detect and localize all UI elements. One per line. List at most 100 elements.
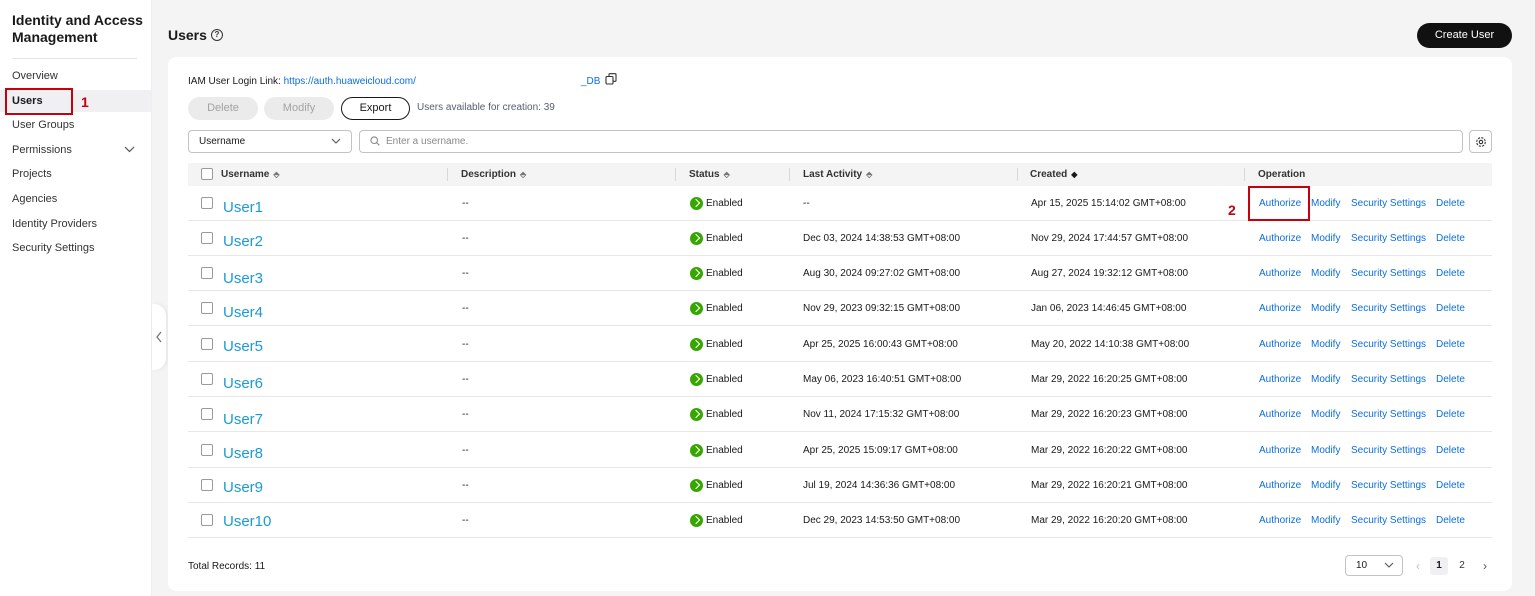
row-checkbox[interactable] xyxy=(201,197,213,209)
authorize-link[interactable]: Authorize xyxy=(1259,339,1301,351)
delete-button[interactable]: Delete xyxy=(188,97,258,120)
delete-link[interactable]: Delete xyxy=(1436,233,1465,245)
security-settings-link[interactable]: Security Settings xyxy=(1351,198,1426,210)
export-button[interactable]: Export xyxy=(341,97,410,120)
sidebar-item-security-settings[interactable]: Security Settings xyxy=(0,237,151,259)
row-checkbox[interactable] xyxy=(201,479,213,491)
sidebar-item-user-groups[interactable]: User Groups xyxy=(0,114,151,136)
sidebar-item-overview[interactable]: Overview xyxy=(0,65,151,87)
delete-link[interactable]: Delete xyxy=(1436,515,1465,527)
row-checkbox[interactable] xyxy=(201,408,213,420)
description-cell: -- xyxy=(462,445,469,456)
security-settings-link[interactable]: Security Settings xyxy=(1351,515,1426,527)
modify-link[interactable]: Modify xyxy=(1311,445,1340,457)
row-checkbox[interactable] xyxy=(201,302,213,314)
modify-link[interactable]: Modify xyxy=(1311,233,1340,245)
delete-link[interactable]: Delete xyxy=(1436,374,1465,386)
username-link[interactable]: User6 xyxy=(223,375,263,393)
row-checkbox[interactable] xyxy=(201,267,213,279)
authorize-link[interactable]: Authorize xyxy=(1259,409,1301,421)
username-link[interactable]: User7 xyxy=(223,411,263,429)
modify-link[interactable]: Modify xyxy=(1311,480,1340,492)
created-cell: Mar 29, 2022 16:20:23 GMT+08:00 xyxy=(1031,409,1188,420)
page-size-select[interactable]: 10 xyxy=(1345,555,1403,576)
column-header-last-activity[interactable]: Last Activity ⬘ xyxy=(803,163,872,186)
authorize-link[interactable]: Authorize xyxy=(1259,445,1301,457)
column-header-username[interactable]: Username ⬘ xyxy=(221,163,280,186)
sort-icon[interactable]: ⬘ xyxy=(273,163,279,186)
authorize-link[interactable]: Authorize xyxy=(1259,268,1301,280)
row-checkbox[interactable] xyxy=(201,373,213,385)
username-link[interactable]: User10 xyxy=(223,513,271,531)
create-user-button[interactable]: Create User xyxy=(1417,23,1512,48)
row-checkbox[interactable] xyxy=(201,338,213,350)
next-page-icon[interactable]: › xyxy=(1476,557,1494,575)
sidebar-item-permissions[interactable]: Permissions xyxy=(0,139,151,161)
authorize-link[interactable]: Authorize xyxy=(1259,480,1301,492)
delete-link[interactable]: Delete xyxy=(1436,445,1465,457)
page-number-1[interactable]: 1 xyxy=(1430,557,1448,575)
sort-icon[interactable]: ⬘ xyxy=(520,163,526,186)
delete-link[interactable]: Delete xyxy=(1436,303,1465,315)
modify-link[interactable]: Modify xyxy=(1311,374,1340,386)
delete-link[interactable]: Delete xyxy=(1436,339,1465,351)
column-header-created[interactable]: Created ◆ xyxy=(1030,163,1077,186)
modify-link[interactable]: Modify xyxy=(1311,198,1340,210)
modify-link[interactable]: Modify xyxy=(1311,409,1340,421)
column-header-description[interactable]: Description ⬘ xyxy=(461,163,526,186)
username-link[interactable]: User3 xyxy=(223,270,263,288)
modify-link[interactable]: Modify xyxy=(1311,339,1340,351)
authorize-link[interactable]: Authorize xyxy=(1259,374,1301,386)
security-settings-link[interactable]: Security Settings xyxy=(1351,409,1426,421)
username-link[interactable]: User4 xyxy=(223,304,263,322)
select-all-checkbox[interactable] xyxy=(201,168,213,180)
security-settings-link[interactable]: Security Settings xyxy=(1351,233,1426,245)
username-link[interactable]: User2 xyxy=(223,233,263,251)
modify-button[interactable]: Modify xyxy=(264,97,334,120)
delete-link[interactable]: Delete xyxy=(1436,480,1465,492)
sidebar-item-identity-providers[interactable]: Identity Providers xyxy=(0,213,151,235)
question-circle-icon[interactable]: ? xyxy=(211,29,223,41)
table-settings-button[interactable] xyxy=(1469,130,1492,153)
authorize-link[interactable]: Authorize xyxy=(1259,303,1301,315)
row-checkbox[interactable] xyxy=(201,444,213,456)
username-link[interactable]: User9 xyxy=(223,479,263,497)
description-cell: -- xyxy=(462,268,469,279)
security-settings-link[interactable]: Security Settings xyxy=(1351,480,1426,492)
security-settings-link[interactable]: Security Settings xyxy=(1351,339,1426,351)
sort-desc-icon[interactable]: ◆ xyxy=(1071,163,1077,186)
modify-link[interactable]: Modify xyxy=(1311,303,1340,315)
column-header-status[interactable]: Status ⬘ xyxy=(689,163,730,186)
delete-link[interactable]: Delete xyxy=(1436,268,1465,280)
filter-icon[interactable]: ⬘ xyxy=(724,163,730,186)
delete-link[interactable]: Delete xyxy=(1436,409,1465,421)
column-separator xyxy=(1244,168,1245,181)
sidebar-item-agencies[interactable]: Agencies xyxy=(0,188,151,210)
sort-icon[interactable]: ⬘ xyxy=(866,163,872,186)
authorize-link[interactable]: Authorize xyxy=(1259,233,1301,245)
authorize-link[interactable]: Authorize xyxy=(1259,515,1301,527)
delete-link[interactable]: Delete xyxy=(1436,198,1465,210)
gear-icon xyxy=(1476,137,1486,147)
row-checkbox[interactable] xyxy=(201,232,213,244)
username-link[interactable]: User8 xyxy=(223,445,263,463)
login-link-tail[interactable]: _DB xyxy=(581,76,600,87)
username-link[interactable]: User1 xyxy=(223,199,263,217)
security-settings-link[interactable]: Security Settings xyxy=(1351,445,1426,457)
search-field-select[interactable]: Username xyxy=(188,130,352,153)
security-settings-link[interactable]: Security Settings xyxy=(1351,268,1426,280)
search-input[interactable]: Enter a username. xyxy=(359,130,1463,153)
row-checkbox[interactable] xyxy=(201,514,213,526)
security-settings-link[interactable]: Security Settings xyxy=(1351,374,1426,386)
security-settings-link[interactable]: Security Settings xyxy=(1351,303,1426,315)
username-link[interactable]: User5 xyxy=(223,338,263,356)
modify-link[interactable]: Modify xyxy=(1311,268,1340,280)
sidebar-collapse-handle[interactable] xyxy=(152,304,166,370)
page-number-2[interactable]: 2 xyxy=(1453,557,1471,575)
sidebar-item-projects[interactable]: Projects xyxy=(0,163,151,185)
login-link-url[interactable]: https://auth.huaweicloud.com/ xyxy=(284,76,416,87)
copy-icon[interactable] xyxy=(605,73,617,85)
prev-page-icon[interactable]: ‹ xyxy=(1409,557,1427,575)
check-circle-icon xyxy=(690,373,703,386)
modify-link[interactable]: Modify xyxy=(1311,515,1340,527)
